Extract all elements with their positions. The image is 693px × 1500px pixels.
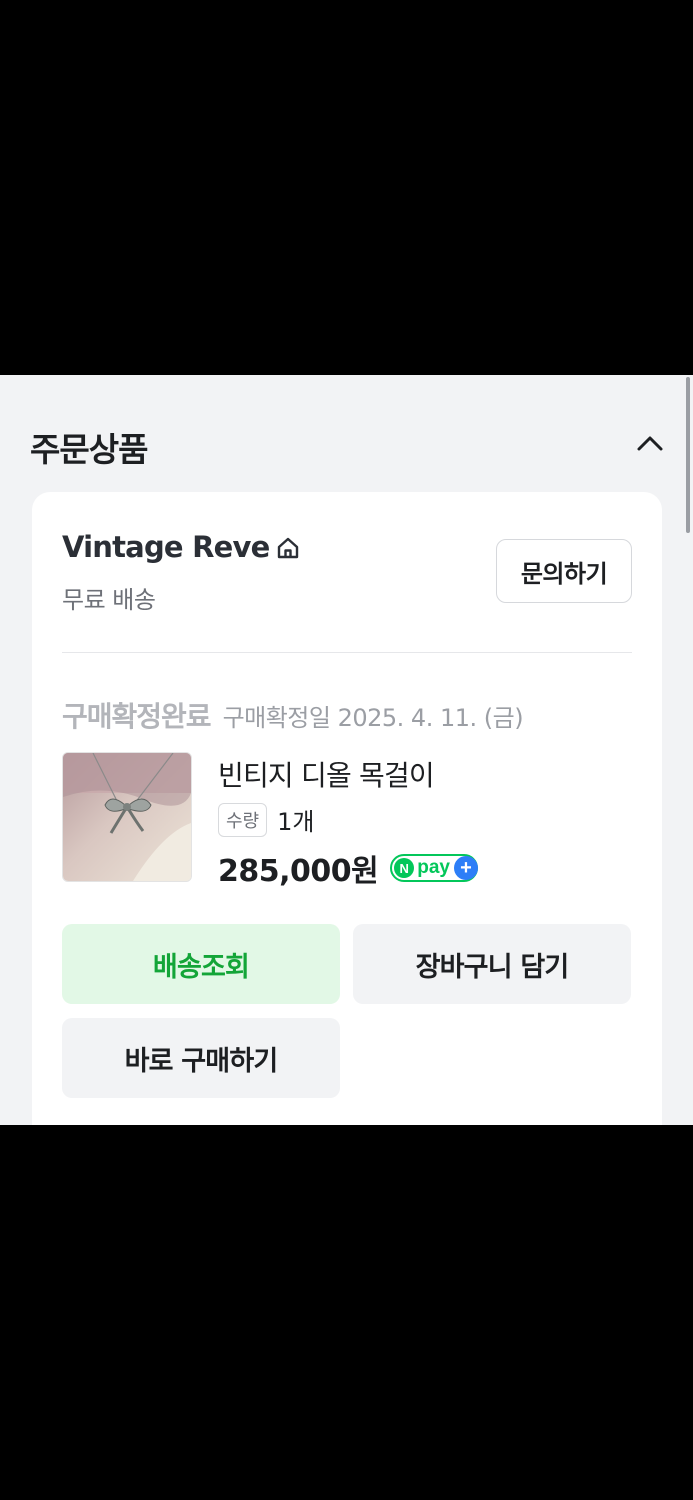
scrollbar[interactable] — [686, 377, 690, 533]
bottom-black-area — [0, 1125, 693, 1500]
home-icon — [275, 534, 301, 560]
npay-n-icon: N — [394, 858, 415, 878]
order-card: Vintage Reve 무료 배송 문의하기 구매확정완료 구매확정일 202… — [32, 492, 662, 1125]
store-name-link[interactable]: Vintage Reve — [62, 530, 301, 564]
npay-text: pay — [417, 857, 450, 878]
order-status-line: 구매확정완료 구매확정일 2025. 4. 11. (금) — [62, 695, 524, 735]
shipping-info: 무료 배송 — [62, 586, 156, 614]
npay-plus-badge: N pay + — [390, 854, 478, 882]
quantity-value: 1개 — [277, 808, 315, 836]
product-price: 285,000원 — [218, 854, 379, 889]
quantity-row: 수량 1개 — [218, 802, 314, 837]
order-items-panel: 주문상품 Vintage Reve 무료 배송 문의하기 구매확정완료 구매확정… — [0, 375, 693, 1125]
chevron-up-icon[interactable] — [635, 431, 665, 455]
confirm-date: 구매확정일 2025. 4. 11. (금) — [222, 704, 524, 732]
order-status: 구매확정완료 — [62, 700, 212, 733]
quantity-label: 수량 — [218, 802, 268, 837]
top-black-area — [0, 0, 693, 375]
divider — [62, 652, 632, 653]
section-header: 주문상품 — [30, 423, 665, 469]
npay-plus-icon: + — [454, 856, 478, 880]
store-name: Vintage Reve — [62, 530, 270, 564]
price-row: 285,000원 N pay + — [218, 846, 478, 890]
section-title: 주문상품 — [30, 430, 148, 469]
add-to-cart-button[interactable]: 장바구니 담기 — [353, 924, 631, 1004]
bow-necklace-photo — [63, 753, 191, 881]
product-name[interactable]: 빈티지 디올 목걸이 — [218, 754, 435, 794]
track-delivery-button[interactable]: 배송조회 — [62, 924, 340, 1004]
buy-now-button[interactable]: 바로 구매하기 — [62, 1018, 340, 1098]
product-image[interactable] — [62, 752, 192, 882]
inquiry-button[interactable]: 문의하기 — [496, 539, 632, 603]
